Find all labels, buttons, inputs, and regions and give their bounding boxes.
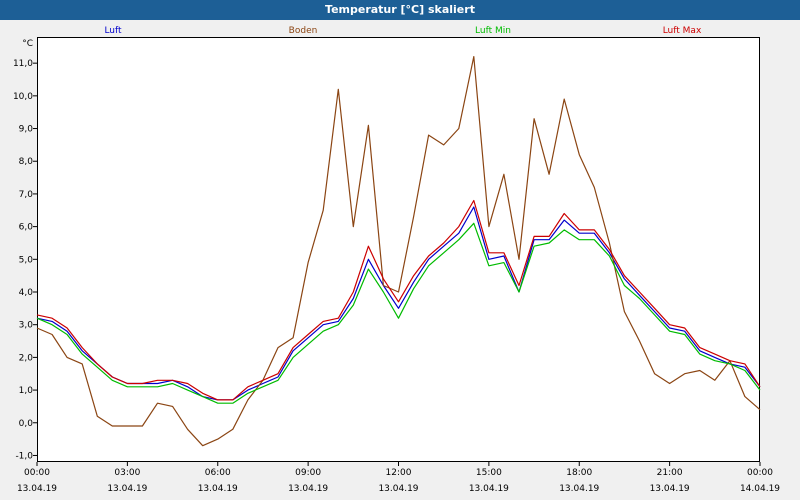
x-tick-date: 13.04.19	[107, 484, 147, 494]
y-tick-label: 1,0	[19, 386, 34, 396]
y-tick-label: 8,0	[19, 157, 34, 167]
x-tick-time: 12:00	[386, 468, 412, 478]
y-tick-label: 6,0	[19, 223, 34, 233]
y-tick-label: 9,0	[19, 125, 34, 135]
x-tick-time: 15:00	[476, 468, 502, 478]
legend-item-luft-max: Luft Max	[663, 26, 702, 36]
y-tick-label: 11,0	[13, 59, 33, 69]
legend: Luft Boden Luft Min Luft Max	[104, 26, 702, 36]
y-tick-label: 2,0	[19, 353, 34, 363]
x-axis: 00:00 13.04.19 03:00 13.04.19 06:00 13.04.19 0…	[17, 462, 780, 494]
plot-area	[37, 37, 760, 462]
x-tick-date: 14.04.19	[740, 484, 780, 494]
y-tick-label: 4,0	[19, 288, 34, 298]
legend-item-luft-min: Luft Min	[475, 26, 511, 36]
y-tick-label: -1,0	[15, 451, 33, 461]
legend-item-boden: Boden	[289, 26, 318, 36]
x-tick-time: 06:00	[205, 468, 231, 478]
y-tick-label: 3,0	[19, 321, 34, 331]
x-tick-time: 09:00	[295, 468, 321, 478]
y-tick-label: 5,0	[19, 255, 34, 265]
y-tick-label: 0,0	[19, 419, 34, 429]
x-tick-time: 03:00	[114, 468, 140, 478]
x-tick-date: 13.04.19	[17, 484, 57, 494]
x-tick-time: 18:00	[566, 468, 592, 478]
x-tick-time: 21:00	[657, 468, 683, 478]
x-tick-date: 13.04.19	[198, 484, 238, 494]
x-tick-date: 13.04.19	[469, 484, 509, 494]
x-tick-date: 13.04.19	[378, 484, 418, 494]
x-tick-date: 13.04.19	[288, 484, 328, 494]
y-tick-label: 7,0	[19, 190, 34, 200]
y-axis: -1,0 0,0 1,0 2,0 3,0 4,0 5,0 6,0 7,0 8,0 9,0 10,0 11…	[13, 39, 37, 461]
x-tick-time: 00:00	[747, 468, 773, 478]
x-tick-date: 13.04.19	[650, 484, 690, 494]
x-tick-time: 00:00	[24, 468, 50, 478]
plot-frame	[37, 37, 760, 462]
y-axis-unit: °C	[22, 39, 33, 49]
x-tick-date: 13.04.19	[559, 484, 599, 494]
y-tick-label: 10,0	[13, 92, 33, 102]
legend-item-luft: Luft	[104, 26, 122, 36]
window-title: Temperatur [°C] skaliert	[0, 0, 800, 20]
temperature-chart: -1,0 0,0 1,0 2,0 3,0 4,0 5,0 6,0 7,0 8,0 9,0 10,0 11…	[13, 26, 780, 494]
